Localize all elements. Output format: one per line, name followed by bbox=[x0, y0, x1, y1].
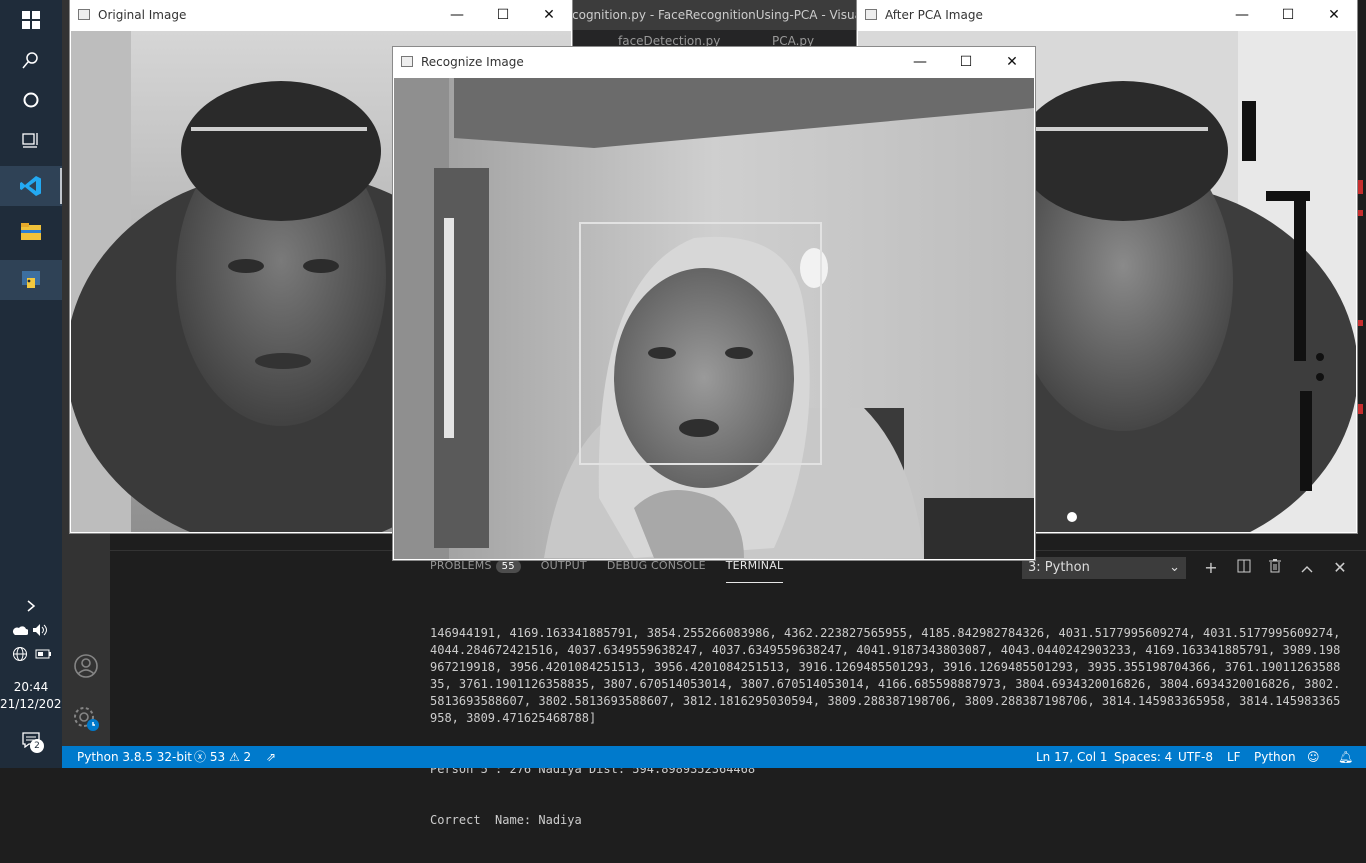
editor-tab-pca[interactable]: PCA.py bbox=[772, 34, 814, 48]
clock-time[interactable]: 20:44 bbox=[0, 680, 62, 694]
terminal-select[interactable]: 3: Python ⌄ bbox=[1022, 557, 1186, 579]
tray-row-2 bbox=[0, 636, 62, 672]
taskbar-python[interactable] bbox=[0, 260, 62, 300]
taskbar-vscode[interactable] bbox=[0, 166, 62, 206]
network-globe-icon[interactable] bbox=[12, 646, 28, 662]
encoding[interactable]: UTF-8 bbox=[1178, 746, 1213, 768]
recognize-image-window[interactable]: Recognize Image — ☐ ✕ bbox=[393, 47, 1035, 560]
window-app-icon bbox=[401, 56, 413, 67]
tab-terminal[interactable]: TERMINAL bbox=[725, 559, 784, 583]
close-button[interactable]: ✕ bbox=[1311, 0, 1357, 30]
close-panel-button[interactable]: ✕ bbox=[1330, 558, 1350, 578]
window-app-icon bbox=[865, 9, 877, 20]
panel-tabs: PROBLEMS 55 OUTPUT DEBUG CONSOLE TERMINAL bbox=[430, 559, 803, 583]
maximize-button[interactable]: ☐ bbox=[943, 47, 989, 77]
window-app-icon bbox=[78, 9, 90, 20]
indentation[interactable]: Spaces: 4 bbox=[1114, 746, 1172, 768]
line-ending[interactable]: LF bbox=[1227, 746, 1241, 768]
minimize-button[interactable]: — bbox=[434, 0, 480, 30]
bottom-panel: PROBLEMS 55 OUTPUT DEBUG CONSOLE TERMINAL… bbox=[110, 550, 1366, 827]
onedrive-icon[interactable] bbox=[12, 624, 28, 636]
window-title: Recognize Image bbox=[421, 55, 524, 69]
error-count: 53 bbox=[209, 750, 226, 764]
tab-debug-console[interactable]: DEBUG CONSOLE bbox=[607, 559, 706, 583]
terminal-line: Correct Name: Nadiya bbox=[430, 813, 582, 827]
cortana-icon bbox=[23, 92, 39, 108]
status-bar: Python 3.8.5 32-bit ⓧ 53 ⚠ 2 ⇗ Ln 17, Co… bbox=[62, 746, 1366, 768]
live-share-icon[interactable]: ⇗ bbox=[266, 746, 276, 768]
settings-gear-icon[interactable] bbox=[72, 704, 100, 732]
action-center-button[interactable]: 2 bbox=[0, 720, 62, 760]
window-titlebar[interactable]: After PCA Image — ☐ ✕ bbox=[857, 0, 1357, 30]
split-terminal-button[interactable] bbox=[1234, 558, 1254, 578]
close-icon: ✕ bbox=[1333, 558, 1347, 577]
feedback-icon[interactable]: ☺ bbox=[1307, 746, 1320, 768]
scroll-minimap-marks bbox=[1358, 180, 1366, 440]
windows-taskbar: 20:44 21/12/2020 2 bbox=[0, 0, 69, 768]
minimize-button[interactable]: — bbox=[897, 47, 943, 77]
start-button[interactable] bbox=[0, 0, 62, 40]
terminal-output[interactable]: 146944191, 4169.163341885791, 3854.25526… bbox=[430, 591, 1342, 863]
split-icon bbox=[1237, 559, 1251, 573]
new-terminal-button[interactable]: + bbox=[1201, 558, 1221, 578]
language-mode[interactable]: Python bbox=[1254, 746, 1296, 768]
chevron-up-icon bbox=[1301, 566, 1313, 573]
python-interpreter[interactable]: Python 3.8.5 32-bit bbox=[77, 746, 192, 768]
minimize-button[interactable]: — bbox=[1219, 0, 1265, 30]
python-icon bbox=[22, 271, 40, 288]
folder-icon bbox=[21, 223, 41, 240]
vscode-window-title: cognition.py - FaceRecognitionUsing-PCA … bbox=[572, 0, 856, 30]
maximize-button[interactable]: ☐ bbox=[1265, 0, 1311, 30]
account-icon[interactable] bbox=[72, 652, 100, 680]
recognize-webcam-image bbox=[394, 78, 1034, 559]
battery-icon[interactable] bbox=[34, 648, 52, 660]
task-view-button[interactable] bbox=[0, 120, 62, 160]
window-title: Original Image bbox=[98, 8, 187, 22]
warning-count: 2 bbox=[243, 750, 252, 764]
tab-problems[interactable]: PROBLEMS 55 bbox=[430, 559, 521, 583]
task-view-icon bbox=[22, 133, 38, 148]
windows-logo-icon bbox=[22, 11, 40, 29]
terminal-line: 146944191, 4169.163341885791, 3854.25526… bbox=[430, 626, 1348, 725]
bell-icon[interactable]: 🔔︎ bbox=[1338, 746, 1353, 768]
window-titlebar[interactable]: Recognize Image — ☐ ✕ bbox=[393, 47, 1035, 77]
problems-count-badge: 55 bbox=[495, 560, 521, 573]
plus-icon: + bbox=[1204, 558, 1218, 577]
warning-icon: ⚠ bbox=[228, 750, 240, 764]
tab-problems-label: PROBLEMS bbox=[430, 559, 492, 572]
terminal-select-value: 3: Python bbox=[1028, 560, 1090, 575]
editor-tab-strip: faceDetection.py PCA.py bbox=[572, 30, 856, 48]
close-button[interactable]: ✕ bbox=[989, 47, 1035, 77]
problems-indicator[interactable]: ⓧ 53 ⚠ 2 bbox=[194, 746, 251, 768]
cursor-position[interactable]: Ln 17, Col 1 bbox=[1036, 746, 1108, 768]
search-icon bbox=[22, 52, 38, 69]
window-title: After PCA Image bbox=[885, 8, 983, 22]
maximize-panel-button[interactable] bbox=[1297, 558, 1317, 578]
maximize-button[interactable]: ☐ bbox=[480, 0, 526, 30]
clock-date[interactable]: 21/12/2020 bbox=[0, 697, 69, 711]
tab-output[interactable]: OUTPUT bbox=[541, 559, 587, 583]
taskbar-file-explorer[interactable] bbox=[0, 212, 62, 252]
recognize-image-canvas bbox=[394, 78, 1034, 559]
window-titlebar[interactable]: Original Image — ☐ ✕ bbox=[70, 0, 572, 30]
cortana-button[interactable] bbox=[0, 80, 62, 120]
kill-terminal-button[interactable] bbox=[1265, 558, 1285, 578]
editor-tab-facedetection[interactable]: faceDetection.py bbox=[618, 34, 720, 48]
notification-count-badge: 2 bbox=[30, 739, 44, 753]
error-icon: ⓧ bbox=[194, 750, 207, 764]
search-button[interactable] bbox=[0, 40, 62, 80]
vscode-icon bbox=[20, 176, 41, 196]
chevron-right-icon bbox=[27, 600, 36, 612]
volume-icon[interactable] bbox=[32, 623, 48, 637]
trash-icon bbox=[1269, 559, 1281, 573]
close-button[interactable]: ✕ bbox=[526, 0, 572, 30]
chevron-down-icon: ⌄ bbox=[1169, 560, 1180, 575]
